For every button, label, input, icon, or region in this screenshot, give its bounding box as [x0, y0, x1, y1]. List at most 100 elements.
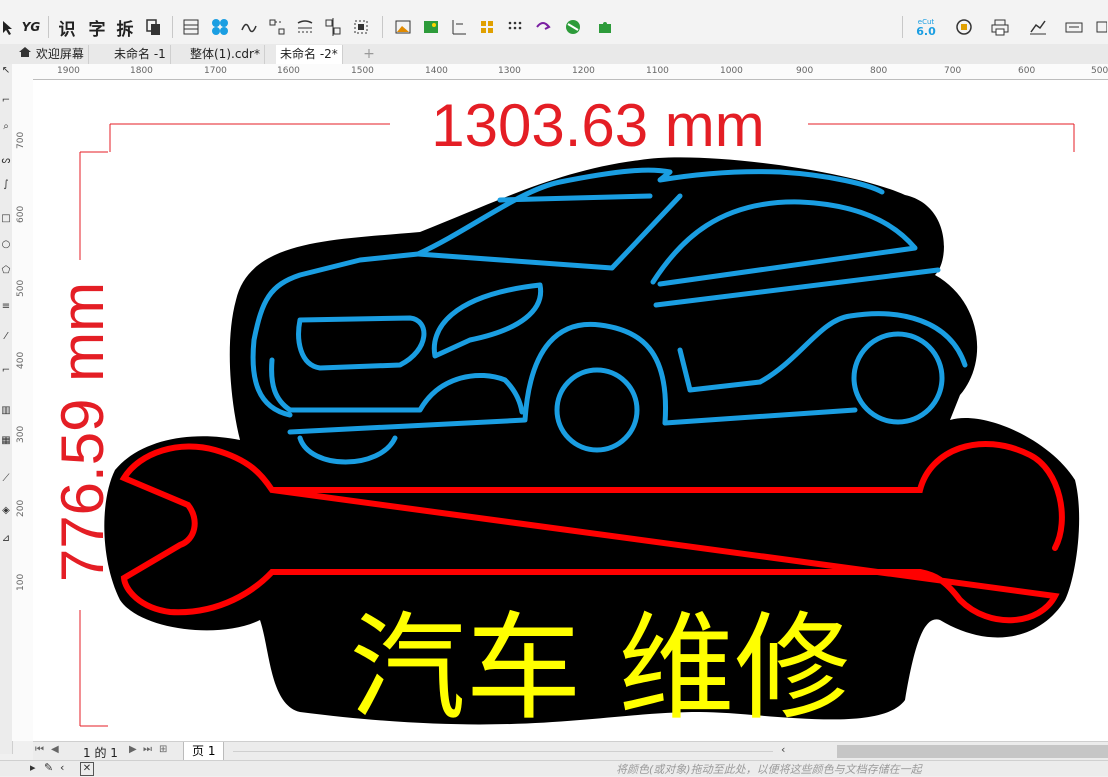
yg-icon: YG	[21, 20, 41, 34]
ball-button[interactable]	[562, 14, 584, 40]
scroll-left-icon[interactable]: ‹	[781, 743, 785, 756]
table-button[interactable]	[180, 14, 202, 40]
transform-icon	[536, 22, 551, 30]
transparency-tool[interactable]: ▥	[0, 404, 12, 418]
copy-icon	[146, 19, 160, 35]
height-dimension[interactable]: 776.59 mm	[49, 151, 116, 727]
ruler-tick: 1600	[277, 66, 300, 76]
play-icon[interactable]: ▸	[30, 761, 36, 774]
copy-button[interactable]	[142, 14, 164, 40]
pick-tool[interactable]: ↖	[0, 64, 12, 78]
ruler-tick: 1300	[498, 66, 521, 76]
separator	[902, 16, 903, 38]
curve-tool[interactable]: ∫	[0, 178, 12, 192]
main-toolbar: YG 识 字 拆 eCut 6.0	[0, 0, 1108, 45]
page-indicator: 1 的 1	[83, 746, 118, 760]
image-icon	[395, 20, 411, 34]
ruler-tick: 600	[16, 205, 26, 223]
no-fill-swatch[interactable]: ✕	[80, 762, 94, 776]
node-edit-button[interactable]	[952, 14, 976, 40]
tab-welcome[interactable]: 欢迎屏幕	[14, 45, 89, 64]
hscroll-track[interactable]	[233, 751, 773, 752]
print-button[interactable]	[988, 14, 1012, 40]
dimension-tool[interactable]: ⌐	[0, 364, 12, 378]
prev-page-icon[interactable]: ◀	[51, 744, 59, 755]
node-button[interactable]	[266, 14, 288, 40]
ellipse-tool[interactable]: ○	[0, 238, 12, 252]
ruler-tick: 1000	[720, 66, 743, 76]
ruler-tick: 100	[16, 573, 26, 591]
next-page-icon[interactable]: ▶	[129, 744, 137, 755]
tab-whole-cdr[interactable]: 整体(1).cdr*	[186, 45, 265, 64]
eyedropper-tool[interactable]: ⟋	[0, 472, 12, 486]
image-button[interactable]	[392, 14, 414, 40]
tab-untitled-2[interactable]: 未命名 -2*	[276, 45, 343, 64]
align-button[interactable]	[322, 14, 344, 40]
design-artwork[interactable]: 1303.63 mm 776.59 mm 汽车 维修	[33, 80, 1108, 741]
puzzle-button[interactable]	[594, 14, 616, 40]
rectangle-tool[interactable]: □	[0, 212, 12, 226]
lines-icon	[297, 20, 313, 33]
eyedropper-status-icon[interactable]: ✎	[44, 761, 53, 774]
first-page-icon[interactable]: ⏮	[35, 744, 44, 755]
bounding-box-icon	[354, 20, 368, 34]
separator	[172, 16, 173, 38]
transparency-icon: ▥	[1, 405, 11, 416]
ruler-tick: 1700	[204, 66, 227, 76]
ecut-button[interactable]: eCut 6.0	[912, 14, 940, 40]
grid-button[interactable]	[476, 14, 498, 40]
ruler-tick: 200	[16, 499, 26, 517]
checker-tool[interactable]: ▦	[0, 434, 12, 448]
zoom-icon: ⌕	[3, 121, 9, 132]
tab-untitled-1[interactable]: 未命名 -1	[110, 45, 171, 64]
arrow-icon: ↖	[1, 65, 11, 76]
polygon-tool[interactable]: ⬠	[0, 264, 12, 278]
tab-welcome-label: 欢迎屏幕	[35, 47, 84, 61]
last-page-icon[interactable]: ⏭	[143, 744, 152, 755]
chart-button[interactable]	[1026, 14, 1050, 40]
ruler-corner[interactable]	[12, 64, 34, 80]
split-button[interactable]: 拆	[114, 14, 136, 40]
bounding-button[interactable]	[350, 14, 372, 40]
rectangle-icon: □	[1, 213, 11, 224]
overflow-button[interactable]	[1094, 14, 1108, 40]
pointer-tool-button[interactable]	[0, 14, 14, 40]
freehand-tool[interactable]: ᔕ	[0, 154, 12, 168]
ruler-tick: 500	[1091, 66, 1108, 76]
vertical-ruler[interactable]: 700 600 500 400 300 200 100	[12, 79, 34, 741]
drawing-canvas[interactable]: 1303.63 mm 776.59 mm 汽车 维修	[33, 80, 1108, 741]
curve-button[interactable]	[238, 14, 260, 40]
zoom-tool[interactable]: ⌕	[0, 120, 12, 134]
text-tool-icon: ≡	[1, 301, 11, 312]
connector-tool[interactable]: ⁄	[0, 330, 12, 344]
sign-text[interactable]: 汽车 维修	[350, 601, 851, 736]
text-tool[interactable]: ≡	[0, 300, 12, 314]
shape-tool[interactable]: ⌐	[0, 94, 12, 108]
add-page-icon[interactable]: ⊞	[159, 744, 167, 755]
ruler-tick: 1200	[572, 66, 595, 76]
text-button[interactable]: 字	[86, 14, 108, 40]
horizontal-ruler[interactable]: 1900 1800 1700 1600 1500 1400 1300 1200 …	[33, 64, 1108, 80]
ruler-tick: 500	[16, 279, 26, 297]
dimension-button[interactable]	[448, 14, 470, 40]
landscape-button[interactable]	[420, 14, 442, 40]
recognize-button[interactable]: 识	[56, 14, 78, 40]
print-icon	[991, 19, 1009, 36]
ruler-tick: 800	[870, 66, 888, 76]
yg-button[interactable]: YG	[20, 14, 42, 40]
pattern-icon	[212, 19, 228, 35]
hscroll-thumb[interactable]	[837, 745, 1108, 758]
fill-tool[interactable]: ◈	[0, 504, 12, 518]
ruler-tick: 400	[16, 351, 26, 369]
separator	[382, 16, 383, 38]
dots-button[interactable]	[504, 14, 526, 40]
transform-button[interactable]	[532, 14, 554, 40]
width-dimension[interactable]: 1303.63 mm	[109, 92, 1075, 159]
outline-tool[interactable]: ⊿	[0, 532, 12, 546]
page-tab[interactable]: 页 1	[183, 742, 225, 760]
lines-button[interactable]	[294, 14, 316, 40]
pattern-button[interactable]	[208, 14, 232, 40]
keyboard-button[interactable]	[1062, 14, 1086, 40]
chevron-left-icon[interactable]: ‹	[60, 761, 64, 774]
new-tab-button[interactable]: +	[358, 45, 380, 64]
